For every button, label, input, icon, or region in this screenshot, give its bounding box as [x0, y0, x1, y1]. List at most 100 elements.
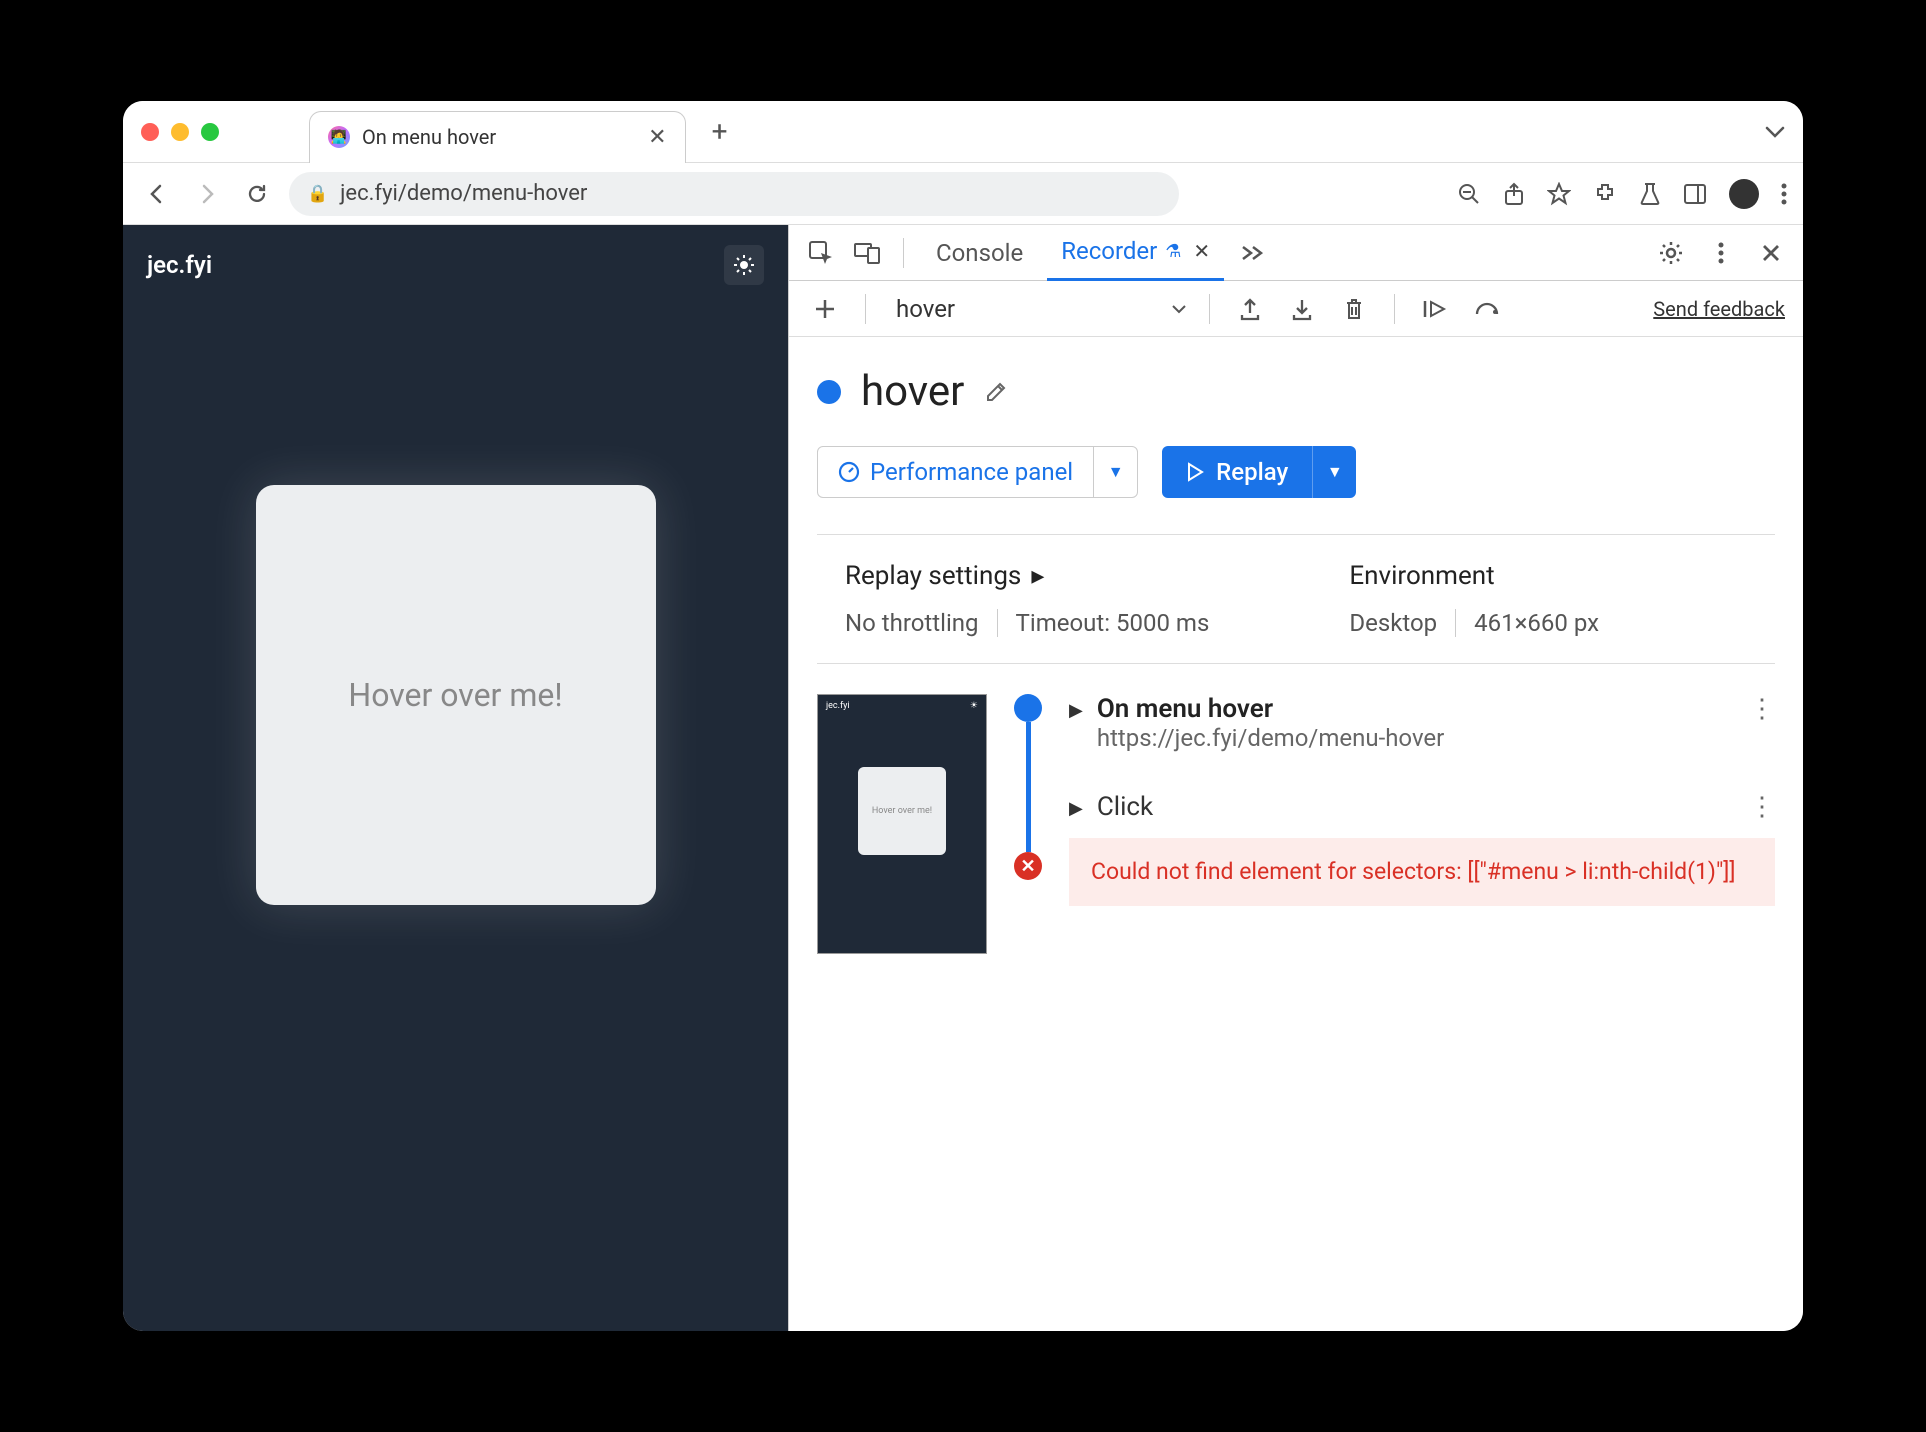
tab-recorder[interactable]: Recorder ⚗ ✕	[1047, 225, 1224, 281]
close-window[interactable]	[141, 123, 159, 141]
expand-caret-icon[interactable]: ▶	[1069, 798, 1083, 819]
replay-settings-col: Replay settings ▸ No throttling Timeout:…	[845, 561, 1209, 637]
minimize-window[interactable]	[171, 123, 189, 141]
timeout-value: Timeout: 5000 ms	[1016, 609, 1210, 637]
devtools-tabbar: Console Recorder ⚗ ✕	[789, 225, 1803, 281]
site-brand: jec.fyi	[147, 251, 212, 279]
reload-button[interactable]	[239, 176, 275, 212]
sidepanel-icon[interactable]	[1683, 183, 1707, 205]
separator	[1394, 294, 1395, 324]
page-thumbnail: jec.fyi ☀ Hover over me!	[817, 694, 987, 954]
browser-menu-icon[interactable]	[1781, 183, 1787, 205]
separator	[903, 238, 904, 268]
step-play-icon[interactable]	[1417, 291, 1453, 327]
separator	[1455, 609, 1456, 637]
maximize-window[interactable]	[201, 123, 219, 141]
step-url: https://jec.fyi/demo/menu-hover	[1097, 724, 1735, 752]
status-dot-icon	[817, 380, 841, 404]
browser-tab[interactable]: 🧑‍💻 On menu hover ✕	[309, 111, 686, 163]
replay-button: Replay ▼	[1162, 446, 1356, 498]
sun-icon	[733, 254, 755, 276]
close-tab-icon[interactable]: ✕	[1193, 239, 1210, 263]
tab-title: On menu hover	[362, 125, 496, 149]
browser-window: 🧑‍💻 On menu hover ✕ + 🔒 jec.fyi/demo/men…	[123, 101, 1803, 1331]
devtools-panel: Console Recorder ⚗ ✕ hover	[788, 225, 1803, 1331]
thumb-theme-icon: ☀	[970, 701, 978, 711]
recording-dropdown-icon[interactable]	[1171, 304, 1187, 314]
separator	[997, 609, 998, 637]
expand-caret-icon[interactable]: ▶	[1069, 700, 1083, 721]
timeline-error-icon: ✕	[1014, 852, 1042, 880]
close-tab-icon[interactable]: ✕	[648, 125, 666, 150]
separator	[865, 294, 866, 324]
replay-settings-heading[interactable]: Replay settings ▸	[845, 561, 1209, 591]
step-menu-icon[interactable]: ⋮	[1749, 792, 1775, 822]
close-devtools-icon[interactable]	[1753, 235, 1789, 271]
new-recording-button[interactable]	[807, 291, 843, 327]
step-menu-icon[interactable]: ⋮	[1749, 694, 1775, 724]
forward-button[interactable]	[189, 176, 225, 212]
replay-settings-values: No throttling Timeout: 5000 ms	[845, 609, 1209, 637]
replay-main[interactable]: Replay	[1162, 458, 1312, 486]
performance-panel-main[interactable]: Performance panel	[818, 458, 1093, 486]
hover-box-text: Hover over me!	[348, 676, 562, 714]
throttling-value: No throttling	[845, 609, 979, 637]
timeline-line	[1026, 722, 1031, 852]
timeline-dot-icon	[1014, 694, 1042, 722]
environment-values: Desktop 461×660 px	[1349, 609, 1599, 637]
webpage: jec.fyi Hover over me!	[123, 225, 788, 1331]
edit-title-icon[interactable]	[984, 380, 1008, 404]
tab-console[interactable]: Console	[922, 225, 1037, 281]
performance-dropdown[interactable]: ▼	[1093, 447, 1137, 497]
content-area: jec.fyi Hover over me! Console Recorder …	[123, 225, 1803, 1331]
page-header: jec.fyi	[123, 225, 788, 305]
viewport-value: 461×660 px	[1474, 609, 1599, 637]
step-content: Click	[1097, 792, 1735, 822]
timeline: ✕	[1007, 694, 1049, 954]
address-bar: 🔒 jec.fyi/demo/menu-hover	[123, 163, 1803, 225]
devtools-menu-icon[interactable]	[1703, 235, 1739, 271]
replay-dropdown[interactable]: ▼	[1312, 446, 1356, 498]
hover-target-box[interactable]: Hover over me!	[256, 485, 656, 905]
send-feedback-link[interactable]: Send feedback	[1653, 297, 1785, 321]
recording-title-row: hover	[817, 367, 1775, 416]
more-tabs-icon[interactable]	[1234, 235, 1270, 271]
environment-heading: Environment	[1349, 561, 1599, 591]
export-icon[interactable]	[1232, 291, 1268, 327]
step-title: Click	[1097, 792, 1735, 822]
lock-icon: 🔒	[307, 184, 328, 204]
settings-gear-icon[interactable]	[1653, 235, 1689, 271]
back-button[interactable]	[139, 176, 175, 212]
thumb-header: jec.fyi ☀	[818, 695, 986, 717]
play-icon	[1186, 462, 1204, 482]
caret-right-icon: ▸	[1031, 561, 1044, 591]
extensions-icon[interactable]	[1593, 182, 1617, 206]
recorder-toolbar: hover Send feedback	[789, 281, 1803, 337]
step-content: On menu hover https://jec.fyi/demo/menu-…	[1097, 694, 1735, 752]
separator	[1209, 294, 1210, 324]
device-value: Desktop	[1349, 609, 1437, 637]
step-navigate: ▶ On menu hover https://jec.fyi/demo/men…	[1069, 694, 1775, 752]
inspect-element-icon[interactable]	[803, 235, 839, 271]
device-toggle-icon[interactable]	[849, 235, 885, 271]
tab-overflow-icon[interactable]	[1765, 126, 1785, 138]
step-title: On menu hover	[1097, 694, 1735, 724]
new-tab-button[interactable]: +	[712, 115, 728, 148]
recording-selector[interactable]: hover	[896, 295, 955, 323]
bookmark-star-icon[interactable]	[1547, 182, 1571, 206]
toolbar-icons	[1457, 179, 1787, 209]
delete-icon[interactable]	[1336, 291, 1372, 327]
theme-toggle-button[interactable]	[724, 245, 764, 285]
window-controls	[141, 123, 219, 141]
zoom-icon[interactable]	[1457, 182, 1481, 206]
url-field[interactable]: 🔒 jec.fyi/demo/menu-hover	[289, 172, 1179, 216]
profile-avatar[interactable]	[1729, 179, 1759, 209]
steps-section: jec.fyi ☀ Hover over me! ✕	[817, 664, 1775, 984]
labs-flask-icon[interactable]	[1639, 182, 1661, 206]
import-icon[interactable]	[1284, 291, 1320, 327]
performance-panel-button: Performance panel ▼	[817, 446, 1138, 498]
breakpoint-icon[interactable]	[1469, 291, 1505, 327]
share-icon[interactable]	[1503, 182, 1525, 206]
recording-title: hover	[861, 367, 964, 416]
titlebar: 🧑‍💻 On menu hover ✕ +	[123, 101, 1803, 163]
